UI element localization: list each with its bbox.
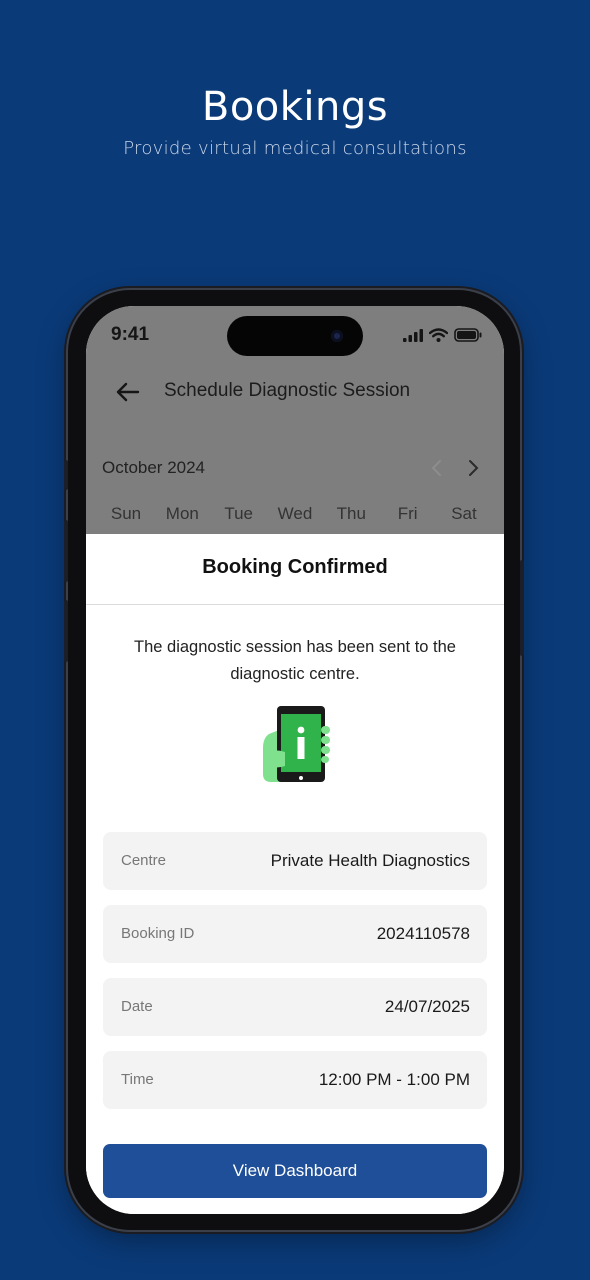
weekday-label: Thu: [336, 504, 366, 523]
weekday-label: Fri: [397, 504, 418, 523]
volume-down-button: [64, 600, 68, 662]
wifi-icon: [429, 328, 448, 342]
app-header: Schedule Diagnostic Session: [86, 372, 504, 412]
arrow-left-icon[interactable]: [114, 378, 142, 406]
detail-value: 12:00 PM - 1:00 PM: [318, 1070, 470, 1089]
chevron-right-icon[interactable]: [466, 458, 480, 478]
phone-screen: 9:41 Schedule Diagnostic Session October…: [86, 306, 504, 1214]
modal-message: The diagnostic session has been sent to …: [134, 638, 456, 683]
battery-icon: [454, 328, 482, 342]
signal-icon: [403, 328, 423, 342]
weekday-label: Mon: [165, 504, 199, 523]
view-dashboard-button[interactable]: View Dashboard: [103, 1144, 487, 1198]
page-title: Schedule Diagnostic Session: [164, 380, 411, 401]
chevron-left-icon[interactable]: [430, 458, 444, 478]
booking-confirmed-sheet: Booking Confirmed The diagnostic session…: [86, 534, 504, 1214]
status-icons: [403, 328, 482, 342]
detail-row-date: Date 24/07/2025: [103, 978, 487, 1036]
weekday-label: Wed: [277, 504, 313, 523]
detail-row-centre: Centre Private Health Diagnostics: [103, 832, 487, 890]
weekday-label: Sun: [110, 504, 142, 523]
status-time: 9:41: [111, 324, 150, 345]
detail-row-booking-id: Booking ID 2024110578: [103, 905, 487, 963]
volume-up-button: [64, 520, 68, 582]
detail-value: Private Health Diagnostics: [270, 851, 470, 870]
detail-value: 24/07/2025: [384, 997, 470, 1016]
promo-subtitle: Provide virtual medical consultations: [123, 138, 467, 159]
weekday-label: Sat: [451, 504, 477, 523]
weekday-header: Sun Mon Tue Wed Thu Fri Sat: [102, 504, 488, 524]
phone-info-icon: [263, 706, 330, 782]
calendar-month: October 2024: [102, 458, 206, 477]
dimmed-background: 9:41 Schedule Diagnostic Session October…: [86, 306, 504, 534]
camera-icon: [331, 330, 343, 342]
divider: [86, 604, 504, 605]
detail-label: Centre: [121, 852, 167, 869]
weekday-label: Tue: [224, 504, 253, 523]
action-button: [64, 460, 68, 490]
modal-title: Booking Confirmed: [202, 556, 388, 578]
dynamic-island: [227, 316, 363, 356]
promo-title: Bookings: [201, 84, 389, 130]
power-button: [520, 560, 524, 656]
detail-label: Date: [121, 998, 153, 1015]
detail-label: Booking ID: [121, 925, 195, 942]
detail-row-time: Time 12:00 PM - 1:00 PM: [103, 1051, 487, 1109]
detail-value: 2024110578: [376, 924, 470, 943]
detail-label: Time: [121, 1071, 154, 1088]
